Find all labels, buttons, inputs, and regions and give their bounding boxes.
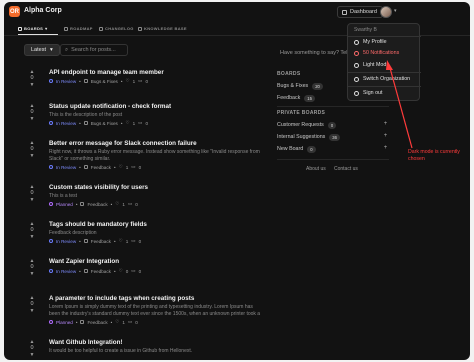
- app-window: OR Alpha Corp Dashboard ▾ BOARDS ▾ ROADM…: [4, 2, 470, 360]
- annotation-arrow: [386, 60, 413, 149]
- annotation-note: Dark mode is currently chosen: [408, 149, 460, 162]
